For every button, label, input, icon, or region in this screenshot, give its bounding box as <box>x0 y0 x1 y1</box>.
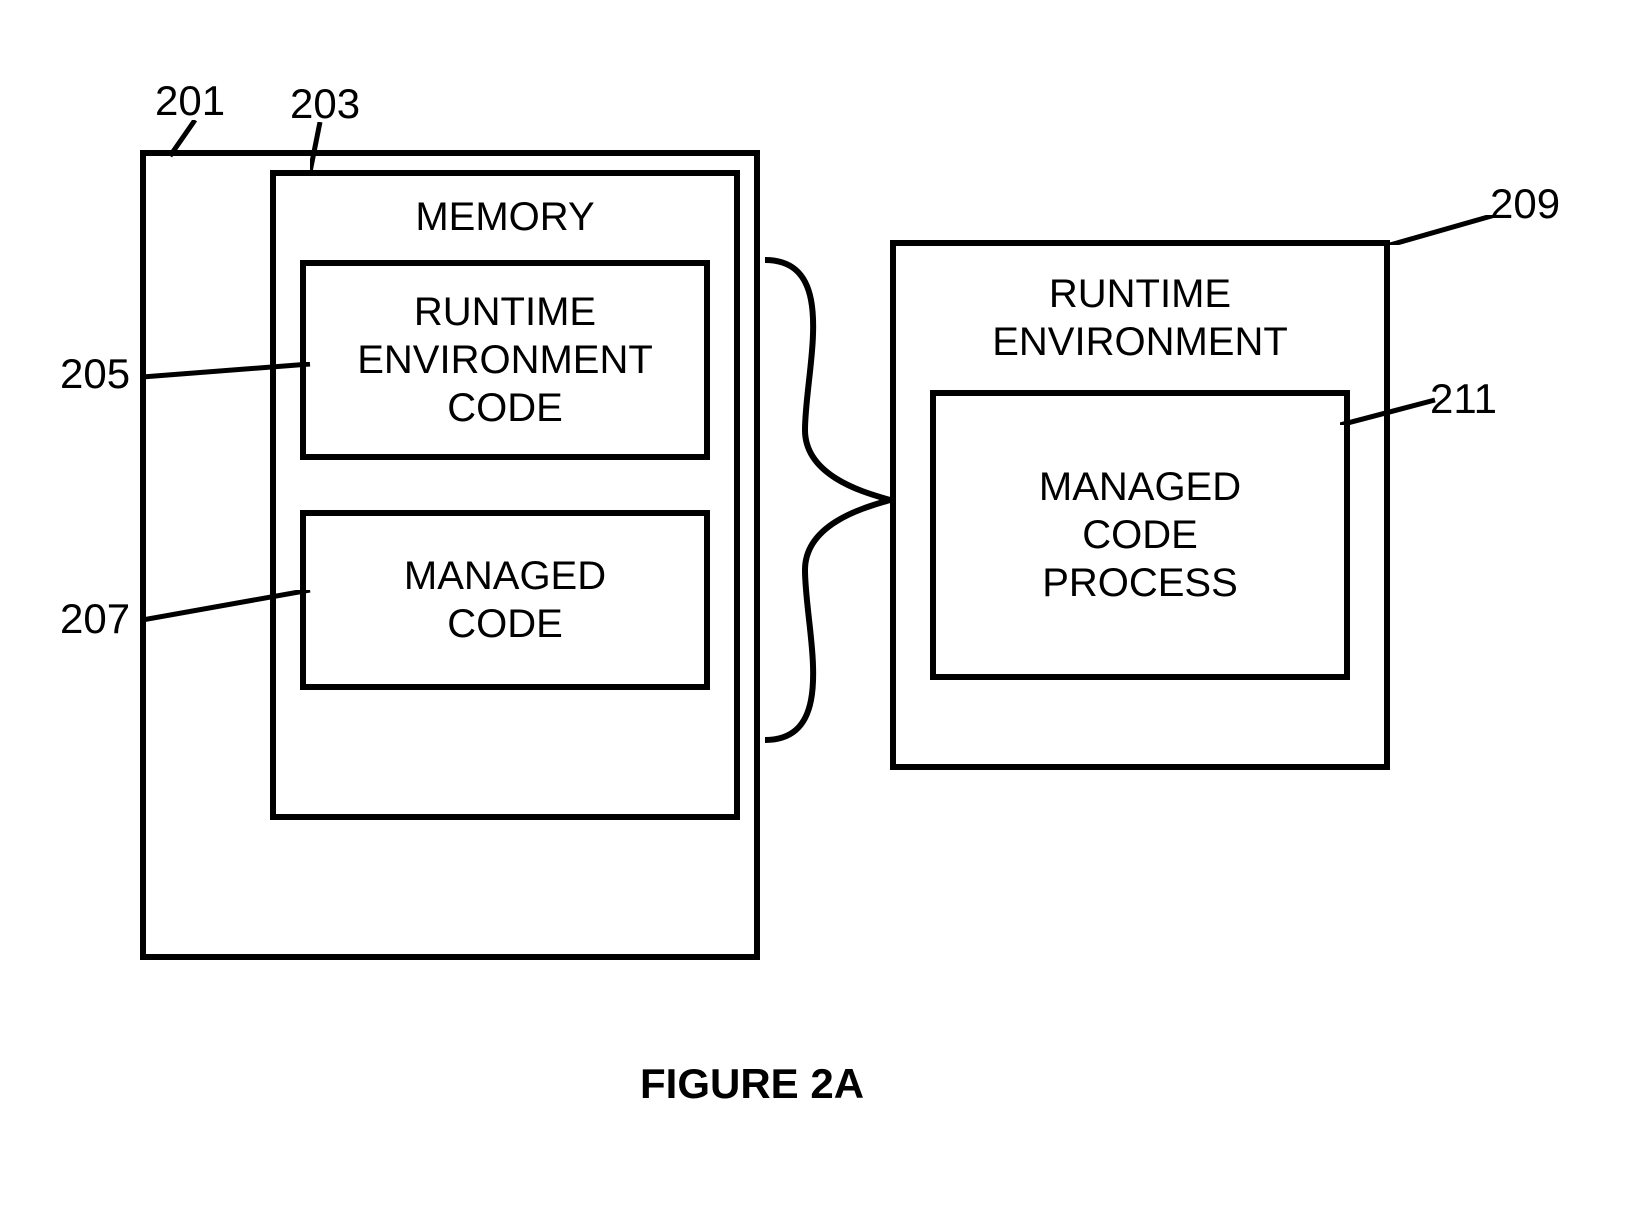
box-211-managed-code-process: MANAGED CODE PROCESS <box>930 390 1350 680</box>
managed-code-process-text: MANAGED CODE PROCESS <box>936 396 1344 674</box>
memory-title: MEMORY <box>270 195 740 240</box>
callout-207 <box>142 590 312 630</box>
label-205: 205 <box>60 350 130 398</box>
label-207: 207 <box>60 595 130 643</box>
diagram-container: MEMORY RUNTIME ENVIRONMENT CODE MANAGED … <box>0 0 1629 1226</box>
callout-211 <box>1340 395 1440 425</box>
runtime-env-code-text: RUNTIME ENVIRONMENT CODE <box>306 266 704 454</box>
figure-caption: FIGURE 2A <box>640 1060 864 1108</box>
callout-201 <box>170 120 230 160</box>
box-205-runtime-env-code: RUNTIME ENVIRONMENT CODE <box>300 260 710 460</box>
runtime-env-title: RUNTIME ENVIRONMENT <box>890 270 1390 366</box>
callout-205 <box>142 362 312 392</box>
label-203: 203 <box>290 80 360 128</box>
callout-203 <box>310 122 360 177</box>
box-207-managed-code: MANAGED CODE <box>300 510 710 690</box>
managed-code-text: MANAGED CODE <box>306 516 704 684</box>
callout-209 <box>1390 215 1500 245</box>
label-201: 201 <box>155 77 225 125</box>
label-209: 209 <box>1490 180 1560 228</box>
label-211: 211 <box>1430 375 1497 423</box>
curly-brace <box>745 250 895 750</box>
